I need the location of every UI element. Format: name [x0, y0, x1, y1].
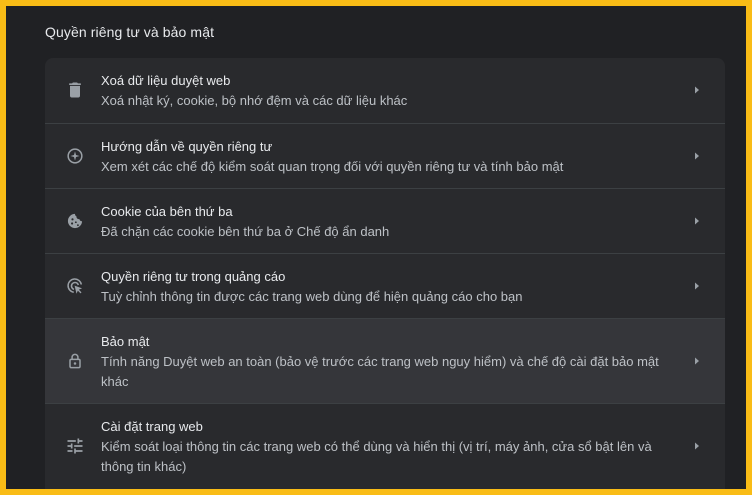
- settings-page: Quyền riêng tư và bảo mật Xoá dữ liệu du…: [6, 6, 746, 489]
- row-title: Cài đặt trang web: [101, 419, 203, 434]
- row-title: Bảo mật: [101, 334, 150, 349]
- trash-icon: [65, 80, 85, 100]
- row-title: Hướng dẫn về quyền riêng tư: [101, 139, 273, 154]
- section-title: Quyền riêng tư và bảo mật: [45, 24, 215, 40]
- privacy-security-card: Xoá dữ liệu duyệt web Xoá nhật ký, cooki…: [45, 58, 725, 489]
- tune-icon: [65, 436, 85, 456]
- ad-privacy-icon: [65, 276, 85, 296]
- chevron-right-icon: [691, 84, 703, 96]
- row-description: Đã chặn các cookie bên thứ ba ở Chế độ ẩ…: [101, 224, 390, 239]
- lock-icon: [65, 351, 85, 371]
- chevron-right-icon: [691, 280, 703, 292]
- chevron-right-icon: [691, 215, 703, 227]
- row-description: Xoá nhật ký, cookie, bộ nhớ đệm và các d…: [101, 93, 408, 108]
- clear-browsing-data-row[interactable]: Xoá dữ liệu duyệt web Xoá nhật ký, cooki…: [45, 58, 725, 123]
- privacy-guide-row[interactable]: Hướng dẫn về quyền riêng tư Xem xét các …: [45, 123, 725, 188]
- privacy-guide-icon: [65, 146, 85, 166]
- row-title: Xoá dữ liệu duyệt web: [101, 73, 231, 88]
- chevron-right-icon: [691, 440, 703, 452]
- row-title: Quyền riêng tư trong quảng cáo: [101, 269, 286, 284]
- cookie-icon: [65, 211, 85, 231]
- ad-privacy-row[interactable]: Quyền riêng tư trong quảng cáo Tuỳ chỉnh…: [45, 253, 725, 318]
- chevron-right-icon: [691, 355, 703, 367]
- row-description: Tuỳ chỉnh thông tin được các trang web d…: [101, 289, 523, 304]
- row-title: Cookie của bên thứ ba: [101, 204, 233, 219]
- row-description: Kiểm soát loại thông tin các trang web c…: [101, 439, 652, 474]
- row-description: Xem xét các chế độ kiểm soát quan trọng …: [101, 159, 564, 174]
- security-row[interactable]: Bảo mật Tính năng Duyệt web an toàn (bảo…: [45, 318, 725, 403]
- site-settings-row[interactable]: Cài đặt trang web Kiểm soát loại thông t…: [45, 403, 725, 489]
- row-description: Tính năng Duyệt web an toàn (bảo vệ trướ…: [101, 354, 659, 389]
- chevron-right-icon: [691, 150, 703, 162]
- third-party-cookies-row[interactable]: Cookie của bên thứ ba Đã chặn các cookie…: [45, 188, 725, 253]
